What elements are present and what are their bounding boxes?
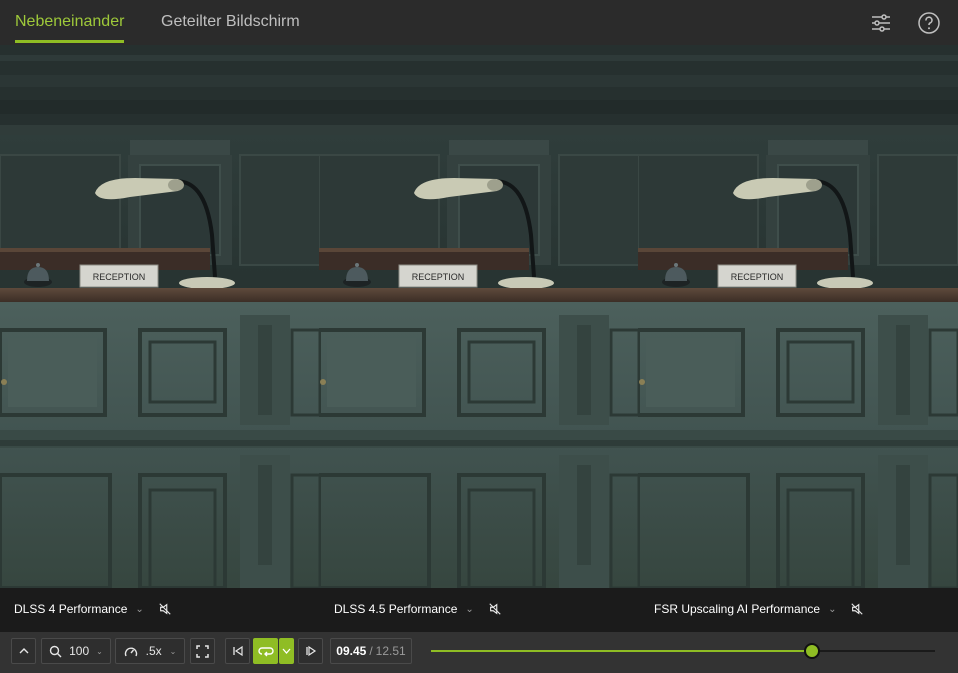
zoom-value: 100 [69,644,90,658]
loop-options-button[interactable] [279,638,294,664]
help-icon[interactable] [917,11,941,35]
video-frame: RECEPTION [0,45,320,588]
audio-muted-icon[interactable] [158,602,172,616]
source-label: DLSS 4 Performance [14,602,128,616]
video-frame: RECEPTION [319,45,639,588]
source-select-middle[interactable]: DLSS 4.5 Performance ⌄ [334,602,502,616]
chevron-down-icon: ⌄ [465,603,474,615]
reception-sign-text: RECEPTION [731,272,784,282]
video-panel-left: RECEPTION [0,45,320,588]
magnifier-icon [49,645,62,657]
timeline-track[interactable] [431,643,935,659]
chevron-up-icon [19,648,28,654]
chevron-down-icon: ⌄ [135,603,144,615]
speed-select[interactable]: .5x ⌄ [115,638,185,664]
step-forward-icon [305,645,316,657]
loop-icon [257,647,274,657]
step-back-button[interactable] [225,638,250,664]
time-display: 09.45 / 12.51 [330,638,412,664]
duration: 12.51 [375,644,406,658]
chevron-down-icon: ⌄ [828,603,837,615]
source-label: FSR Upscaling AI Performance [654,602,821,616]
audio-muted-icon[interactable] [850,602,864,616]
chevron-down-icon [282,648,291,654]
video-frame: RECEPTION [638,45,958,588]
current-time: 09.45 [336,644,367,658]
source-select-right[interactable]: FSR Upscaling AI Performance ⌄ [654,602,864,616]
collapse-button[interactable] [11,638,36,664]
speedometer-icon [124,647,137,656]
video-label-bar: DLSS 4 Performance ⌄ DLSS 4.5 Performanc… [0,588,958,632]
video-panel-middle: RECEPTION [319,45,639,588]
video-panel-right: RECEPTION [638,45,958,588]
timeline-progress [431,650,812,652]
top-bar: Nebeneinander Geteilter Bildschirm [0,0,958,45]
tab-split-screen[interactable]: Geteilter Bildschirm [161,13,300,45]
zoom-select[interactable]: 100 ⌄ [41,638,111,664]
time-separator: / [369,644,373,658]
source-select-left[interactable]: DLSS 4 Performance ⌄ [14,602,172,616]
audio-muted-icon[interactable] [488,602,502,616]
fullscreen-icon [196,644,209,658]
reception-sign-text: RECEPTION [93,272,146,282]
loop-button[interactable] [253,638,278,664]
fullscreen-button[interactable] [190,638,215,664]
playback-controls: 100 ⌄ .5x ⌄ 09.45 / 12.51 [0,632,958,673]
chevron-down-icon: ⌄ [96,646,103,656]
speed-value: .5x [145,644,162,658]
chevron-down-icon: ⌄ [169,646,177,656]
step-forward-button[interactable] [298,638,323,664]
video-comparison-area[interactable]: RECEPTION RECEPTION RECEPTION [0,45,958,588]
reception-sign-text: RECEPTION [412,272,465,282]
timeline-handle[interactable] [803,643,820,659]
tab-side-by-side[interactable]: Nebeneinander [15,13,125,45]
step-back-icon [232,645,243,657]
source-label: DLSS 4.5 Performance [334,602,458,616]
sliders-icon[interactable] [869,11,893,35]
